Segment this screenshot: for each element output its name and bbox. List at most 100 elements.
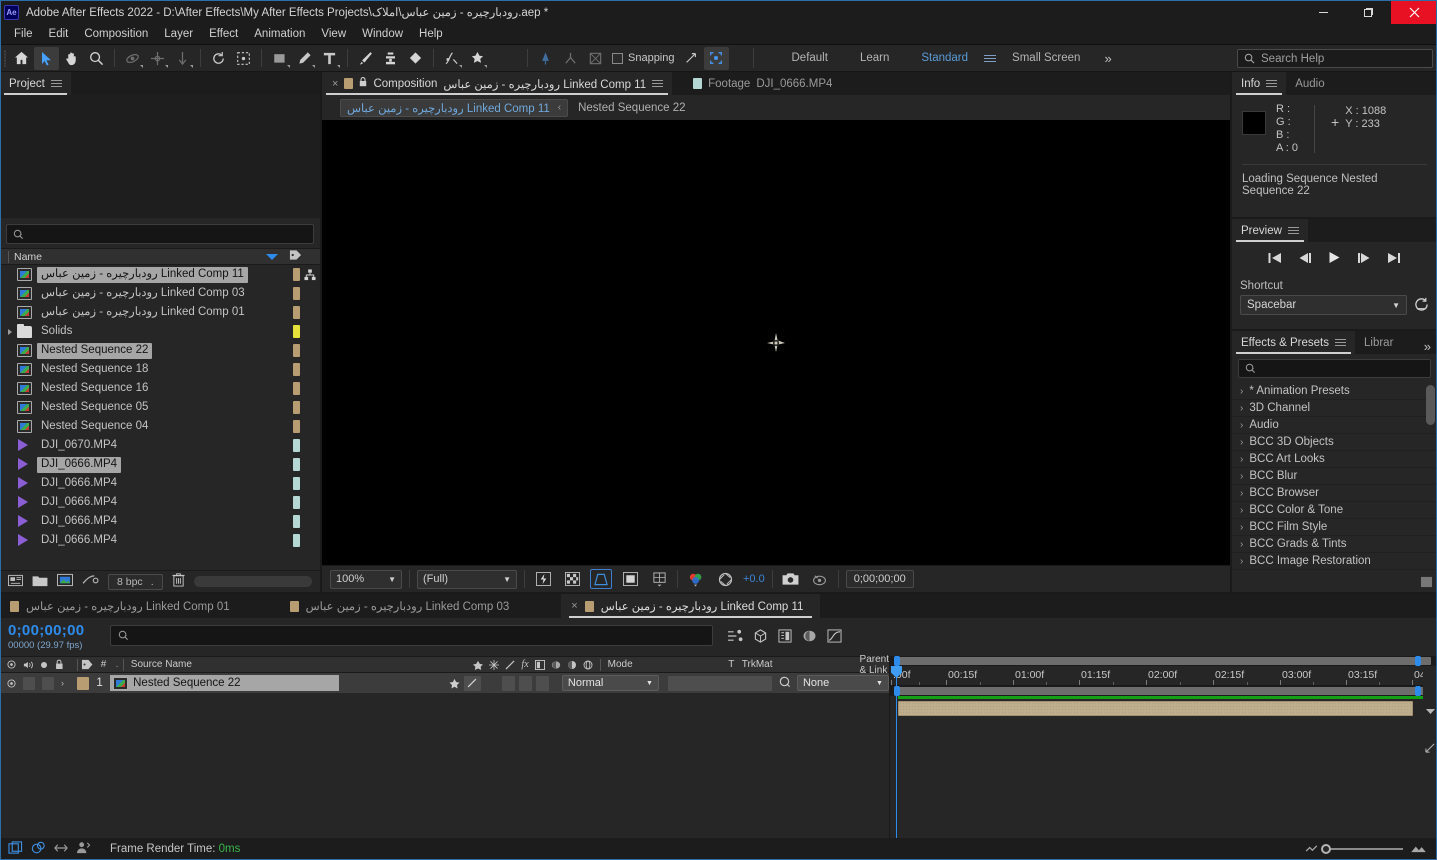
tab-footage[interactable]: Footage DJI_0666.MP4 bbox=[684, 72, 841, 95]
channel-button[interactable] bbox=[685, 569, 707, 589]
project-item-label-swatch[interactable] bbox=[293, 287, 300, 300]
anchor-point-toggle[interactable] bbox=[533, 47, 558, 70]
layer-label-swatch[interactable] bbox=[77, 676, 89, 690]
zoom-in-icon[interactable] bbox=[1410, 843, 1427, 856]
layer-frame-blend-switch[interactable] bbox=[501, 675, 515, 691]
layer-parent-dropdown[interactable]: None ▼ bbox=[796, 675, 889, 691]
effects-category-row[interactable]: › BCC Art Looks bbox=[1232, 451, 1437, 468]
workspace-default[interactable]: Default bbox=[776, 45, 844, 72]
quality-switch-icon[interactable] bbox=[505, 659, 515, 670]
pen-tool[interactable] bbox=[292, 47, 317, 70]
project-item[interactable]: رودبارچیره - زمین عباس Linked Comp 03 bbox=[0, 284, 320, 303]
effects-category-row[interactable]: › BCC Film Style bbox=[1232, 519, 1437, 536]
project-item[interactable]: رودبارچیره - زمین عباس Linked Comp 11 bbox=[0, 265, 320, 284]
video-toggle-header-icon[interactable] bbox=[7, 660, 16, 669]
orbit-tool[interactable] bbox=[120, 47, 145, 70]
solo-header-icon[interactable] bbox=[40, 661, 48, 669]
timeline-search-input[interactable] bbox=[110, 625, 713, 646]
menu-animation[interactable]: Animation bbox=[246, 26, 313, 42]
tab-project[interactable]: Project bbox=[0, 72, 71, 95]
track-handle-icon[interactable] bbox=[1423, 704, 1437, 724]
new-composition-button[interactable] bbox=[57, 573, 73, 590]
project-item-label-swatch[interactable] bbox=[293, 420, 300, 433]
project-item[interactable]: Nested Sequence 05 bbox=[0, 398, 320, 417]
effects-scrollbar[interactable] bbox=[1426, 385, 1435, 425]
tab-close-icon[interactable]: × bbox=[332, 78, 338, 90]
project-item-label-swatch[interactable] bbox=[293, 401, 300, 414]
play-button[interactable] bbox=[1328, 251, 1341, 267]
graph-editor-button[interactable] bbox=[827, 628, 842, 646]
time-navigator-end-handle[interactable] bbox=[1415, 686, 1421, 696]
project-item[interactable]: DJI_0666.MP4 bbox=[0, 512, 320, 531]
distribute-toggle[interactable] bbox=[558, 47, 583, 70]
composition-timecode[interactable]: 0;00;00;00 bbox=[845, 570, 914, 588]
menu-composition[interactable]: Composition bbox=[76, 26, 156, 42]
project-item[interactable]: Nested Sequence 04 bbox=[0, 417, 320, 436]
project-item[interactable]: Nested Sequence 16 bbox=[0, 379, 320, 398]
timeline-tab-comp-11[interactable]: × رودبارچیره - زمین عباس Linked Comp 11 bbox=[561, 594, 821, 618]
tab-composition[interactable]: × Composition رودبارچیره - زمین عباس Lin… bbox=[322, 72, 673, 95]
shortcut-reset-button[interactable] bbox=[1414, 297, 1429, 314]
project-item-list[interactable]: رودبارچیره - زمین عباس Linked Comp 11 رود… bbox=[0, 265, 320, 570]
tab-close-icon[interactable]: × bbox=[571, 600, 577, 612]
work-area-end-handle[interactable] bbox=[1415, 656, 1421, 666]
trkmat-column-header[interactable]: TrkMat bbox=[742, 659, 860, 670]
chevron-right-icon[interactable]: › bbox=[1240, 454, 1243, 465]
zoom-slider-knob[interactable] bbox=[1321, 844, 1331, 854]
layer-track-lane[interactable] bbox=[890, 699, 1437, 838]
close-button[interactable] bbox=[1391, 0, 1437, 24]
clip-tail-icon[interactable] bbox=[1423, 738, 1437, 758]
label-column-header-icon[interactable] bbox=[78, 659, 95, 670]
effects-category-row[interactable]: › BCC Color & Tone bbox=[1232, 502, 1437, 519]
chevron-right-icon[interactable]: › bbox=[1240, 505, 1243, 516]
effects-category-row[interactable]: › BCC Blur bbox=[1232, 468, 1437, 485]
puppet-pin-tool[interactable] bbox=[464, 47, 489, 70]
hide-shy-layers-button[interactable] bbox=[778, 628, 792, 646]
panel-menu-icon[interactable] bbox=[652, 78, 664, 89]
layer-shy-switch[interactable] bbox=[449, 678, 460, 689]
collapse-switch-icon[interactable] bbox=[489, 659, 500, 670]
menu-edit[interactable]: Edit bbox=[41, 26, 77, 42]
project-item[interactable]: DJI_0666.MP4 bbox=[0, 455, 320, 474]
effects-category-row[interactable]: › BCC 3D Objects bbox=[1232, 434, 1437, 451]
brush-tool[interactable] bbox=[353, 47, 378, 70]
panel-menu-icon[interactable] bbox=[1266, 78, 1278, 89]
layer-three-d-switch[interactable] bbox=[535, 675, 549, 691]
layer-audio-toggle[interactable] bbox=[23, 676, 35, 690]
layer-trkmat-cell[interactable] bbox=[667, 675, 772, 691]
toggle-switches-modes-button[interactable] bbox=[8, 840, 23, 858]
tab-info[interactable]: Info bbox=[1232, 72, 1287, 95]
effects-resize-grip[interactable] bbox=[1420, 576, 1433, 591]
zoom-tool[interactable] bbox=[84, 47, 109, 70]
zoom-slider[interactable] bbox=[1321, 844, 1403, 854]
eraser-tool[interactable] bbox=[403, 47, 428, 70]
chevron-right-icon[interactable]: › bbox=[1240, 471, 1243, 482]
camera-dolly-tool[interactable] bbox=[170, 47, 195, 70]
effects-category-row[interactable]: › Audio bbox=[1232, 417, 1437, 434]
workspace-standard[interactable]: Standard bbox=[905, 45, 984, 72]
first-frame-button[interactable] bbox=[1268, 252, 1282, 267]
chevron-right-icon[interactable]: › bbox=[1240, 488, 1243, 499]
snapping-expand-button[interactable] bbox=[703, 46, 729, 70]
timeline-tab-comp-01[interactable]: رودبارچیره - زمین عباس Linked Comp 01 bbox=[0, 594, 240, 618]
time-ruler[interactable]: :00f 00:15f 01:00f 01:15f 02:00f 02:15f 03:00f… bbox=[890, 666, 1437, 686]
adjustment-layer-switch-icon[interactable] bbox=[567, 660, 577, 670]
workspace-overflow-button[interactable]: » bbox=[1096, 51, 1119, 66]
disclosure-triangle-icon[interactable] bbox=[8, 328, 12, 335]
chevron-right-icon[interactable]: › bbox=[1240, 420, 1243, 431]
toolbar-grip[interactable] bbox=[0, 45, 9, 72]
effects-category-row[interactable]: › * Animation Presets bbox=[1232, 383, 1437, 400]
work-area-bar[interactable] bbox=[890, 656, 1437, 666]
minimize-button[interactable] bbox=[1301, 0, 1346, 24]
timeline-tab-comp-03[interactable]: رودبارچیره - زمین عباس Linked Comp 03 bbox=[280, 594, 520, 618]
chevron-right-icon[interactable]: › bbox=[1240, 539, 1243, 550]
panel-menu-icon[interactable] bbox=[1335, 337, 1346, 348]
tab-preview[interactable]: Preview bbox=[1232, 219, 1308, 242]
project-item-label-swatch[interactable] bbox=[293, 534, 300, 547]
layer-clip-bar[interactable] bbox=[898, 701, 1413, 716]
effects-search-input[interactable] bbox=[1238, 359, 1431, 378]
menu-file[interactable]: File bbox=[6, 26, 41, 42]
mesh-toggle[interactable] bbox=[583, 47, 608, 70]
panel-menu-icon[interactable] bbox=[50, 78, 62, 89]
composition-viewer[interactable] bbox=[322, 120, 1230, 565]
